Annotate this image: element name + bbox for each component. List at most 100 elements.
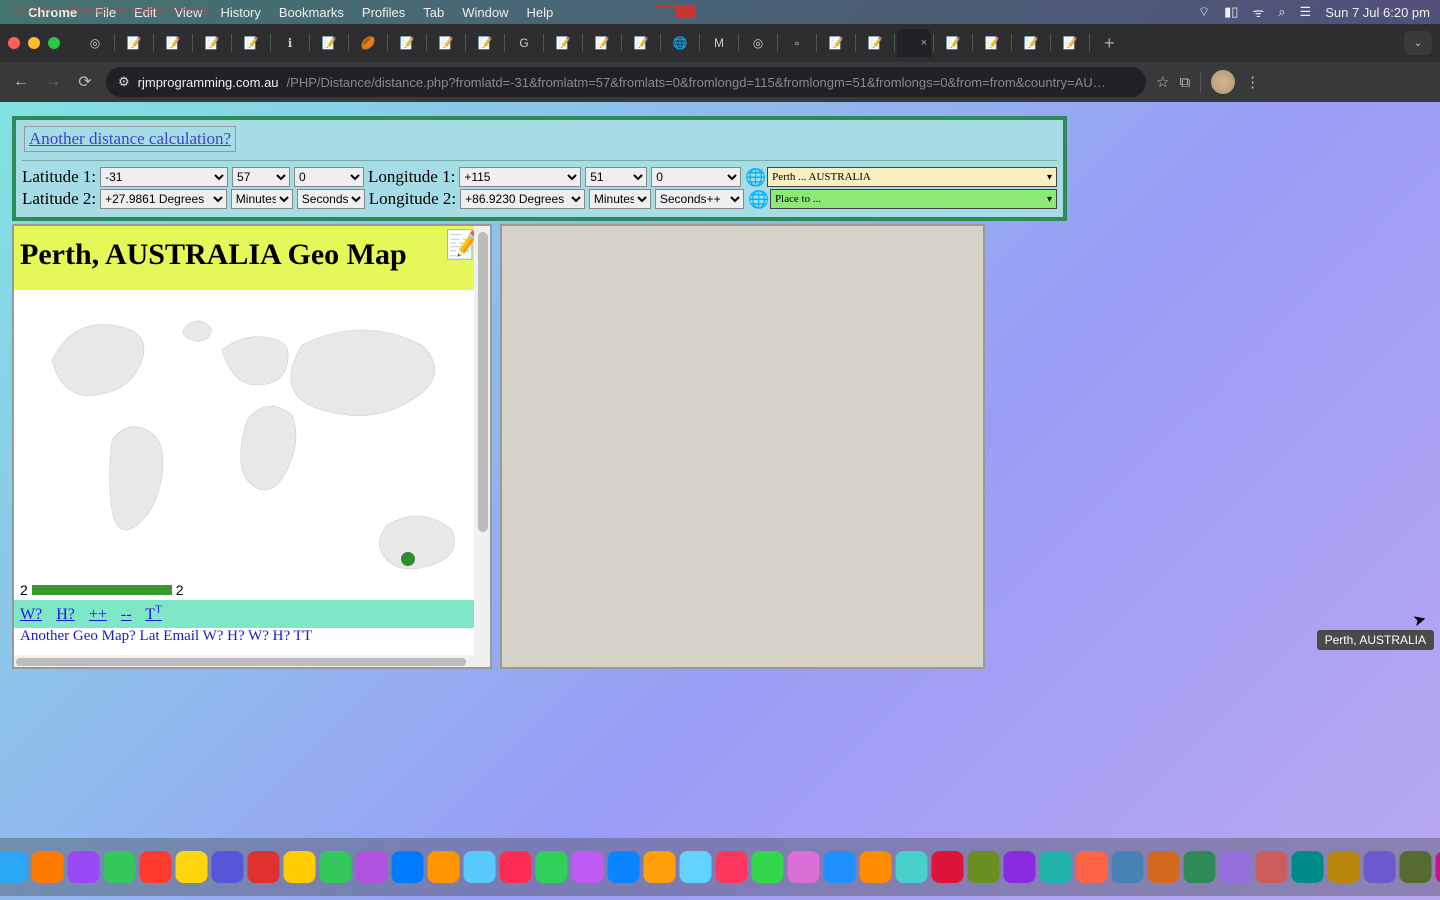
dock-app-icon[interactable] (1436, 851, 1440, 883)
browser-tab[interactable]: 📝 (468, 29, 502, 57)
dock-app-icon[interactable] (176, 851, 208, 883)
lat1-degrees-select[interactable]: -31 (100, 167, 228, 187)
dock-app-icon[interactable] (536, 851, 568, 883)
dock-app-icon[interactable] (284, 851, 316, 883)
browser-tab[interactable]: 📝 (975, 29, 1009, 57)
place-to-select[interactable]: Place to ... ▾ (770, 189, 1057, 209)
browser-tab[interactable]: G (507, 29, 541, 57)
lon1-minutes-select[interactable]: 51 (585, 167, 647, 187)
dock-app-icon[interactable] (1076, 851, 1108, 883)
globe-icon[interactable]: 🌐 (745, 168, 763, 186)
browser-tab[interactable]: ◎ (78, 29, 112, 57)
another-calc-link[interactable]: Another distance calculation? (29, 129, 231, 148)
site-settings-icon[interactable]: ⚙ (118, 74, 130, 90)
dock-app-icon[interactable] (104, 851, 136, 883)
dock-app-icon[interactable] (320, 851, 352, 883)
browser-tab[interactable]: 📝 (819, 29, 853, 57)
window-minimize-icon[interactable] (28, 37, 40, 49)
profile-avatar-icon[interactable] (1211, 70, 1235, 94)
dock-app-icon[interactable] (212, 851, 244, 883)
dock-app-icon[interactable] (428, 851, 460, 883)
link-w[interactable]: W? (20, 606, 42, 623)
lon2-seconds-select[interactable]: Seconds++ (655, 189, 744, 209)
browser-tab[interactable]: 📝 (624, 29, 658, 57)
browser-tab[interactable]: ◎ (741, 29, 775, 57)
browser-tab[interactable]: ▫ (780, 29, 814, 57)
battery-icon[interactable]: ▮▯ (1224, 4, 1238, 20)
dock-app-icon[interactable] (1148, 851, 1180, 883)
world-map[interactable] (14, 290, 490, 580)
wifi-icon[interactable]: ᯤ (1252, 3, 1264, 21)
menu-tab[interactable]: Tab (423, 5, 444, 20)
dock-app-icon[interactable] (356, 851, 388, 883)
place-from-select[interactable]: Perth ... AUSTRALIA ▾ (767, 167, 1057, 187)
dock-app-icon[interactable] (392, 851, 424, 883)
scroll-thumb[interactable] (16, 658, 466, 666)
lat1-minutes-select[interactable]: 57 (232, 167, 290, 187)
tab-overflow-button[interactable]: ⌄ (1404, 31, 1432, 55)
window-close-icon[interactable] (8, 37, 20, 49)
browser-tab[interactable]: 📝 (858, 29, 892, 57)
tab-close-icon[interactable]: × (921, 37, 927, 49)
globe-icon[interactable]: 🌐 (748, 190, 766, 208)
dock-app-icon[interactable] (896, 851, 928, 883)
dock-app-icon[interactable] (752, 851, 784, 883)
browser-tab[interactable]: 📝 (1053, 29, 1087, 57)
browser-tab-active[interactable]: × (897, 29, 931, 57)
dock-app-icon[interactable] (68, 851, 100, 883)
scroll-thumb[interactable] (478, 232, 488, 532)
back-button[interactable]: ← (10, 73, 32, 91)
lon1-seconds-select[interactable]: 0 (651, 167, 741, 187)
menubar-widget-icon[interactable] (655, 6, 695, 18)
dock-app-icon[interactable] (1256, 851, 1288, 883)
browser-tab[interactable]: 📝 (117, 29, 151, 57)
new-tab-button[interactable]: + (1096, 33, 1123, 54)
browser-tab[interactable]: 📝 (1014, 29, 1048, 57)
browser-tab[interactable]: 📝 (312, 29, 346, 57)
dock-app-icon[interactable] (932, 851, 964, 883)
iframe-vertical-scrollbar[interactable] (474, 226, 490, 667)
dock-app-icon[interactable] (968, 851, 1000, 883)
lon2-degrees-select[interactable]: +86.9230 Degrees (460, 189, 585, 209)
dock-app-icon[interactable] (1184, 851, 1216, 883)
menu-window[interactable]: Window (462, 5, 508, 20)
link-plus[interactable]: ++ (89, 606, 107, 623)
forward-button[interactable]: → (42, 73, 64, 91)
lat2-minutes-select[interactable]: Minutes (231, 189, 293, 209)
menu-help[interactable]: Help (527, 5, 554, 20)
browser-tab[interactable]: 📝 (195, 29, 229, 57)
bookmark-star-icon[interactable]: ☆ (1156, 73, 1169, 91)
dock-app-icon[interactable] (716, 851, 748, 883)
dock-app-icon[interactable] (608, 851, 640, 883)
control-center-icon[interactable]: ☰ (1300, 4, 1312, 20)
dock-app-icon[interactable] (0, 851, 28, 883)
dock-app-icon[interactable] (644, 851, 676, 883)
link-h[interactable]: H? (56, 606, 75, 623)
extensions-icon[interactable]: ⧉ (1179, 74, 1190, 91)
chrome-menu-icon[interactable]: ⋮ (1245, 73, 1260, 91)
browser-tab[interactable]: M (702, 29, 736, 57)
dock-app-icon[interactable] (860, 851, 892, 883)
dock-app-icon[interactable] (1040, 851, 1072, 883)
lat2-degrees-select[interactable]: +27.9861 Degrees (100, 189, 227, 209)
browser-tab[interactable]: 📝 (546, 29, 580, 57)
dock-app-icon[interactable] (1292, 851, 1324, 883)
browser-tab[interactable]: 📝 (156, 29, 190, 57)
dock-app-icon[interactable] (32, 851, 64, 883)
browser-tab[interactable]: 📝 (585, 29, 619, 57)
dock-app-icon[interactable] (1364, 851, 1396, 883)
browser-tab[interactable]: 📝 (936, 29, 970, 57)
dock-app-icon[interactable] (1220, 851, 1252, 883)
iframe-horizontal-scrollbar[interactable] (14, 655, 474, 667)
dock-app-icon[interactable] (1112, 851, 1144, 883)
dock-app-icon[interactable] (572, 851, 604, 883)
clock[interactable]: Sun 7 Jul 6:20 pm (1325, 5, 1430, 20)
dock-app-icon[interactable] (824, 851, 856, 883)
lat1-seconds-select[interactable]: 0 (294, 167, 364, 187)
browser-tab[interactable]: ℹ (273, 29, 307, 57)
dock-app-icon[interactable] (1328, 851, 1360, 883)
browser-tab[interactable]: 📝 (429, 29, 463, 57)
map-marker-perth[interactable] (401, 552, 415, 566)
dock-app-icon[interactable] (1004, 851, 1036, 883)
menu-history[interactable]: History (220, 5, 260, 20)
